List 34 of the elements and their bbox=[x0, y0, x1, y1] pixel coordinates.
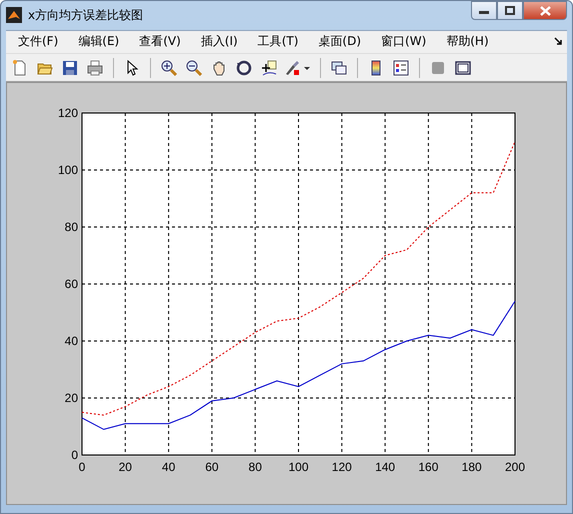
app-logo-icon bbox=[6, 7, 22, 24]
minimize-button[interactable] bbox=[471, 1, 497, 20]
maximize-button[interactable] bbox=[497, 1, 523, 20]
tick-label: 20 bbox=[118, 460, 132, 474]
tick-label: 40 bbox=[64, 334, 78, 348]
dock-arrow-icon[interactable] bbox=[554, 37, 563, 46]
tick-label: 20 bbox=[64, 391, 78, 405]
tick-label: 40 bbox=[162, 460, 176, 474]
tick-label: 60 bbox=[205, 460, 219, 474]
tick-label: 80 bbox=[248, 460, 262, 474]
tick-label: 140 bbox=[375, 460, 396, 474]
menu-item[interactable]: 窗口(W) bbox=[373, 31, 434, 52]
tick-label: 200 bbox=[504, 460, 526, 474]
window-title: x方向均方误差比较图 bbox=[28, 6, 144, 24]
menu-item[interactable]: 桌面(D) bbox=[310, 31, 370, 52]
close-icon bbox=[540, 6, 550, 16]
close-button[interactable] bbox=[523, 1, 567, 20]
tick-label: 0 bbox=[71, 448, 78, 462]
menu-item[interactable]: 查看(V) bbox=[131, 31, 189, 52]
tick-label: 100 bbox=[288, 460, 309, 474]
tick-label: 100 bbox=[58, 163, 78, 177]
menu-item[interactable]: 文件(F) bbox=[10, 31, 66, 52]
tick-label: 120 bbox=[58, 106, 78, 120]
tick-label: 80 bbox=[64, 220, 78, 234]
tick-label: 0 bbox=[78, 460, 86, 474]
menu-item[interactable]: 帮助(H) bbox=[438, 31, 497, 52]
tick-label: 120 bbox=[332, 460, 352, 474]
tick-label: 180 bbox=[462, 460, 482, 474]
maximize-icon bbox=[505, 6, 515, 15]
menu-item[interactable]: 工具(T) bbox=[250, 31, 306, 52]
tick-label: 60 bbox=[64, 277, 78, 291]
menu-item[interactable]: 插入(I) bbox=[192, 31, 246, 52]
menu-item[interactable]: 编辑(E) bbox=[70, 31, 128, 52]
tick-label: 160 bbox=[418, 460, 438, 474]
